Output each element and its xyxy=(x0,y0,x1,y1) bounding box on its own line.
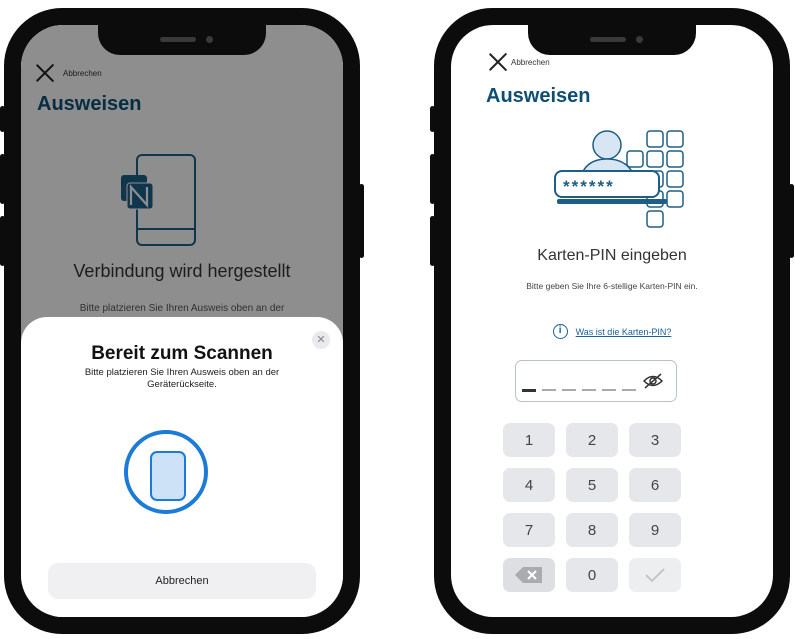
scan-title: Bereit zum Scannen xyxy=(91,343,273,364)
scan-sheet: ✕ Bereit zum Scannen Bitte platzieren Si… xyxy=(21,317,343,617)
volume-down-button xyxy=(0,216,5,266)
pin-slot xyxy=(582,389,596,391)
pin-heading: Karten-PIN eingeben xyxy=(537,247,687,264)
scan-phone-icon xyxy=(124,430,208,514)
left-phone-frame: Abbrechen Ausweisen Verbindung wird herg… xyxy=(0,8,364,634)
volume-up-button xyxy=(430,154,435,204)
volume-down-button xyxy=(430,216,435,266)
power-button xyxy=(359,184,364,258)
pin-subtext: Bitte geben Sie Ihre 6-stellige Karten-P… xyxy=(526,281,698,291)
right-screen: Abbrechen Ausweisen ****** Karten-PIN ei… xyxy=(451,25,773,617)
page-title: Ausweisen xyxy=(486,85,591,107)
delete-key[interactable] xyxy=(503,558,555,592)
pin-slot xyxy=(602,389,616,391)
key-0[interactable]: 0 xyxy=(566,558,618,592)
key-9[interactable]: 9 xyxy=(629,513,681,547)
key-2[interactable]: 2 xyxy=(566,423,618,457)
pin-slots xyxy=(522,389,636,392)
key-5[interactable]: 5 xyxy=(566,468,618,502)
mute-switch xyxy=(0,106,5,132)
mute-switch xyxy=(430,106,435,132)
confirm-key[interactable] xyxy=(629,558,681,592)
pin-slot xyxy=(562,389,576,391)
close-icon[interactable] xyxy=(488,52,508,72)
key-6[interactable]: 6 xyxy=(629,468,681,502)
cancel-scan-button[interactable]: Abbrechen xyxy=(48,563,316,599)
volume-up-button xyxy=(0,154,5,204)
pin-slot xyxy=(542,389,556,391)
pin-illustration: ****** xyxy=(554,130,684,228)
power-button xyxy=(789,184,794,258)
what-is-pin-link[interactable]: Was ist die Karten-PIN? xyxy=(576,327,672,337)
right-phone-frame: Abbrechen Ausweisen ****** Karten-PIN ei… xyxy=(430,8,794,634)
eye-off-icon[interactable] xyxy=(642,372,664,390)
info-row: i Was ist die Karten-PIN? xyxy=(451,324,773,339)
numeric-keypad: 1 2 3 4 5 6 7 8 9 0 xyxy=(503,423,681,592)
key-3[interactable]: 3 xyxy=(629,423,681,457)
cancel-link[interactable]: Abbrechen xyxy=(511,58,550,67)
key-4[interactable]: 4 xyxy=(503,468,555,502)
notch xyxy=(528,25,696,55)
pin-input[interactable] xyxy=(515,360,677,402)
key-7[interactable]: 7 xyxy=(503,513,555,547)
backspace-icon xyxy=(515,567,542,583)
pin-slot xyxy=(622,389,636,391)
key-8[interactable]: 8 xyxy=(566,513,618,547)
pin-slot xyxy=(522,389,536,392)
scan-subtitle: Bitte platzieren Sie Ihren Ausweis oben … xyxy=(84,367,280,390)
info-icon[interactable]: i xyxy=(552,324,568,339)
illustration-pin-text: ****** xyxy=(563,177,615,196)
checkmark-icon xyxy=(645,568,665,583)
left-screen: Abbrechen Ausweisen Verbindung wird herg… xyxy=(21,25,343,617)
key-1[interactable]: 1 xyxy=(503,423,555,457)
notch xyxy=(98,25,266,55)
